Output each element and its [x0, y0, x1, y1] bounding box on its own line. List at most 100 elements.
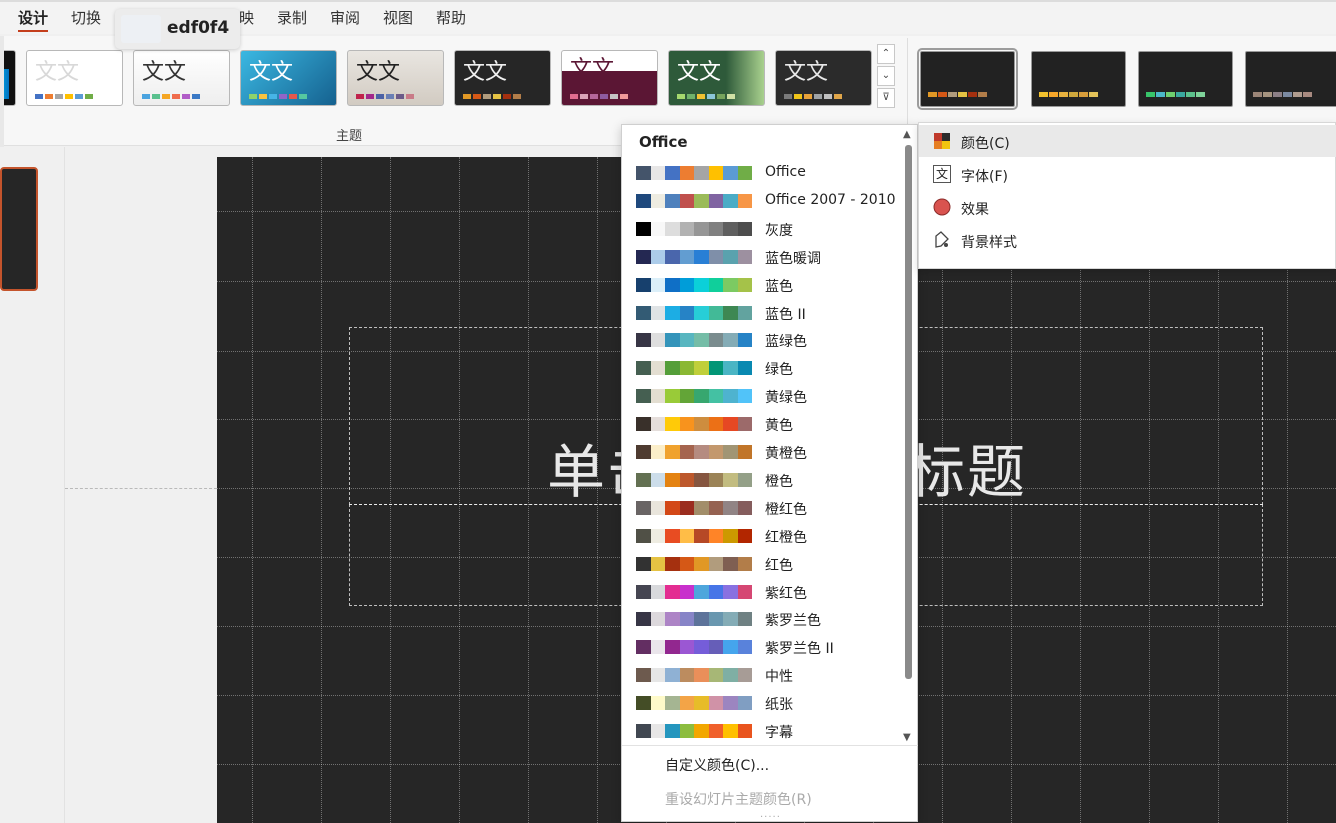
color-swatch [650, 417, 665, 432]
color-scheme-item[interactable]: 紫罗兰色 II [622, 634, 902, 661]
color-swatch [650, 640, 665, 655]
color-swatch [650, 361, 665, 376]
color-swatch [694, 612, 709, 627]
theme-thumbnail[interactable]: 文文 [26, 50, 123, 106]
resize-grip[interactable]: ..... [760, 809, 781, 820]
color-swatch [694, 696, 709, 711]
scheme-swatches [636, 361, 752, 376]
menu-item-background-styles[interactable]: 背景样式 [919, 224, 1336, 256]
color-swatch [708, 333, 723, 348]
color-scheme-item[interactable]: 橙色 [622, 467, 902, 494]
color-scheme-item[interactable]: 蓝色暖调 [622, 244, 902, 271]
color-scheme-item[interactable]: 黄绿色 [622, 383, 902, 410]
color-swatch [665, 500, 680, 515]
color-swatch [679, 556, 694, 571]
gallery-scroll-down-button[interactable]: ⌄ [877, 66, 895, 86]
color-swatch [679, 584, 694, 599]
tab-record[interactable]: 录制 [277, 7, 307, 28]
gallery-more-button[interactable]: ⊽ [877, 88, 895, 108]
dropdown-scrollbar[interactable]: ▲ ▼ [902, 127, 916, 745]
custom-colors-item[interactable]: 自定义颜色(C)... [665, 755, 769, 775]
theme-thumbnail[interactable]: 文文 [561, 50, 658, 106]
tab-transitions[interactable]: 切换 [71, 7, 101, 28]
menu-item-fonts[interactable]: 文 字体(F) [919, 158, 1336, 190]
color-scheme-item[interactable]: Office 2007 - 2010 [622, 188, 902, 215]
grid-line [321, 157, 322, 823]
color-scheme-item[interactable]: 纸张 [622, 690, 902, 717]
color-swatch [708, 277, 723, 292]
slide-thumbnail[interactable] [0, 167, 38, 291]
color-scheme-label: 黄绿色 [765, 390, 807, 407]
variant-thumbnail[interactable] [1031, 51, 1126, 107]
color-scheme-item[interactable]: 灰度 [622, 216, 902, 243]
menu-item-effects[interactable]: 效果 [919, 191, 1336, 223]
color-swatch [708, 166, 723, 180]
color-swatch [679, 389, 694, 404]
theme-preview-text: 文文 [570, 57, 615, 82]
theme-thumbnail[interactable]: 文文 [775, 50, 872, 106]
tab-help[interactable]: 帮助 [436, 7, 466, 28]
tab-design[interactable]: 设计 [18, 7, 49, 32]
color-swatch [636, 417, 651, 432]
color-scheme-item[interactable]: 黄橙色 [622, 439, 902, 466]
color-swatch [650, 249, 665, 264]
color-scheme-item[interactable]: 蓝色 [622, 272, 902, 299]
color-swatch [636, 724, 651, 738]
theme-thumbnail[interactable]: 文文 [240, 50, 337, 106]
color-swatch [636, 500, 651, 515]
variant-thumbnail[interactable] [1138, 51, 1233, 107]
color-swatch [694, 389, 709, 404]
color-scheme-item[interactable]: 紫红色 [622, 579, 902, 606]
variant-thumbnail[interactable] [917, 48, 1018, 110]
color-scheme-item[interactable]: 紫罗兰色 [622, 606, 902, 633]
color-swatch [650, 193, 665, 208]
background-style-icon [933, 231, 951, 249]
color-swatch [665, 668, 680, 683]
theme-thumbnail[interactable]: 文文 [668, 50, 765, 106]
color-swatch [679, 472, 694, 487]
tab-review[interactable]: 审阅 [330, 7, 360, 28]
scheme-swatches [636, 472, 752, 487]
color-swatch [665, 389, 680, 404]
scrollbar-thumb[interactable] [905, 145, 912, 679]
scheme-swatches [636, 277, 752, 292]
color-scheme-item[interactable]: 红色 [622, 551, 902, 578]
gallery-scroll-up-button[interactable]: ⌃ [877, 44, 895, 64]
color-swatch [650, 166, 665, 180]
color-scheme-label: 紫罗兰色 II [765, 641, 834, 658]
scroll-up-arrow-icon[interactable]: ▲ [903, 129, 911, 140]
tab-view[interactable]: 视图 [383, 7, 413, 28]
color-scheme-item[interactable]: Office [622, 160, 902, 187]
scheme-swatches [636, 193, 752, 208]
color-swatch [694, 221, 709, 236]
tab-slideshow[interactable]: 映 [239, 7, 254, 28]
color-scheme-item[interactable]: 黄色 [622, 411, 902, 438]
menu-item-colors[interactable]: 颜色(C) [919, 125, 1336, 157]
color-scheme-item[interactable]: 橙红色 [622, 495, 902, 522]
color-swatch [723, 277, 738, 292]
theme-thumbnail[interactable]: 文文 [454, 50, 551, 106]
color-scheme-label: 字幕 [765, 725, 793, 741]
variant-thumbnail[interactable] [1245, 51, 1336, 107]
variants-menu: 颜色(C) 文 字体(F) 效果 背景样式 [918, 122, 1336, 269]
color-swatch [679, 445, 694, 459]
color-scheme-label: Office [765, 164, 806, 180]
color-scheme-item[interactable]: 红橙色 [622, 523, 902, 550]
color-scheme-item[interactable]: 中性 [622, 662, 902, 689]
color-scheme-item[interactable]: 蓝色 II [622, 300, 902, 327]
color-swatch [708, 724, 723, 738]
color-swatch [679, 500, 694, 515]
color-scheme-label: 蓝色 II [765, 306, 806, 323]
color-swatch [723, 472, 738, 487]
color-swatch [737, 277, 752, 292]
color-swatch [679, 221, 694, 236]
color-scheme-item[interactable]: 蓝绿色 [622, 327, 902, 354]
color-scheme-item[interactable]: 绿色 [622, 355, 902, 382]
color-scheme-item[interactable]: 字幕 [622, 718, 902, 745]
color-swatch [723, 249, 738, 264]
scheme-swatches [636, 556, 752, 571]
theme-thumbnail[interactable]: 文文 [347, 50, 444, 106]
scroll-down-arrow-icon[interactable]: ▼ [903, 732, 911, 743]
color-swatch [665, 556, 680, 571]
theme-thumbnail[interactable]: 文文 [133, 50, 230, 106]
